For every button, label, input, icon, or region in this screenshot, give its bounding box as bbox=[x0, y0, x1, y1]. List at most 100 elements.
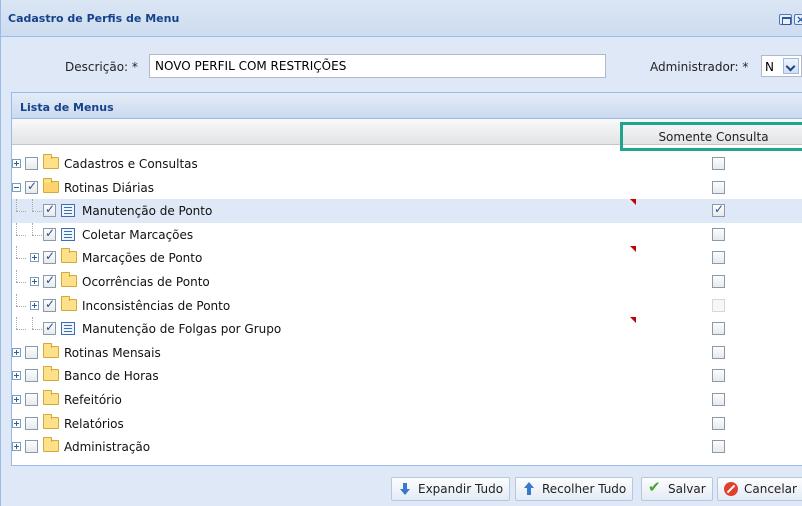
tree-row[interactable]: Coletar Marcações bbox=[12, 223, 802, 247]
expand-icon[interactable] bbox=[12, 348, 21, 357]
tree-node-label: Ocorrências de Ponto bbox=[82, 275, 210, 289]
somente-consulta-checkbox[interactable] bbox=[712, 322, 725, 335]
somente-consulta-checkbox[interactable] bbox=[712, 202, 725, 217]
somente-consulta-checkbox[interactable] bbox=[712, 228, 725, 241]
administrador-value: N bbox=[765, 60, 774, 74]
menu-access-checkbox[interactable] bbox=[25, 440, 38, 453]
column-header-somente-consulta[interactable]: Somente Consulta bbox=[620, 122, 802, 151]
tree-guide-line bbox=[12, 223, 28, 247]
tree-guide-line bbox=[12, 199, 28, 223]
menu-access-checkbox[interactable] bbox=[43, 249, 56, 264]
folder-icon bbox=[43, 390, 59, 405]
menu-access-checkbox[interactable] bbox=[43, 320, 56, 335]
salvar-label: Salvar bbox=[668, 482, 706, 496]
tree-row[interactable]: Ocorrências de Ponto bbox=[12, 270, 802, 294]
folder-icon bbox=[43, 343, 59, 358]
expandir-tudo-label: Expandir Tudo bbox=[418, 482, 504, 496]
recolher-tudo-button[interactable]: Recolher Tudo bbox=[515, 477, 634, 501]
menu-access-checkbox[interactable] bbox=[43, 226, 56, 241]
chevron-down-icon[interactable] bbox=[783, 58, 799, 74]
tree-row[interactable]: Manutenção de Ponto bbox=[12, 199, 802, 223]
expandir-tudo-button[interactable]: Expandir Tudo bbox=[391, 477, 511, 501]
folder-icon bbox=[61, 272, 77, 287]
expand-icon[interactable] bbox=[30, 253, 39, 262]
administrador-label: Administrador: * bbox=[650, 60, 749, 74]
tree-node-label: Coletar Marcações bbox=[82, 228, 194, 242]
somente-consulta-checkbox[interactable] bbox=[712, 440, 725, 453]
tree-row[interactable]: Rotinas Mensais bbox=[12, 341, 802, 365]
expand-icon[interactable] bbox=[12, 395, 21, 404]
menu-access-checkbox[interactable] bbox=[43, 297, 56, 312]
tree-guide-line bbox=[12, 317, 28, 341]
tree-row[interactable]: Inconsistências de Ponto bbox=[12, 294, 802, 318]
expand-icon[interactable] bbox=[12, 442, 21, 451]
expand-icon[interactable] bbox=[12, 371, 21, 380]
somente-consulta-checkbox[interactable] bbox=[712, 251, 725, 264]
cancelar-label: Cancelar bbox=[744, 482, 797, 496]
menu-access-checkbox[interactable] bbox=[43, 202, 56, 217]
panel-header: Lista de Menus bbox=[12, 93, 802, 119]
tree-node-label: Refeitório bbox=[64, 393, 122, 407]
menu-access-checkbox[interactable] bbox=[25, 346, 38, 359]
tree-node-label: Rotinas Mensais bbox=[64, 346, 161, 360]
somente-consulta-checkbox[interactable] bbox=[712, 369, 725, 382]
descricao-label: Descrição: * bbox=[65, 60, 138, 74]
menu-access-checkbox[interactable] bbox=[25, 157, 38, 170]
folder-icon bbox=[61, 296, 77, 311]
tree-row[interactable]: Rotinas Diárias bbox=[12, 176, 802, 200]
descricao-input[interactable]: NOVO PERFIL COM RESTRIÇÕES bbox=[149, 54, 606, 78]
tree-elbow-line bbox=[28, 199, 44, 223]
administrador-select[interactable]: N bbox=[761, 55, 802, 77]
dirty-marker-icon bbox=[630, 317, 636, 323]
arrow-up-icon bbox=[522, 482, 536, 496]
expand-icon[interactable] bbox=[30, 301, 39, 310]
dirty-marker-icon bbox=[630, 246, 636, 252]
cancelar-button[interactable]: Cancelar bbox=[717, 477, 802, 501]
form-icon bbox=[61, 322, 75, 335]
tree-row[interactable]: Banco de Horas bbox=[12, 364, 802, 388]
menu-access-checkbox[interactable] bbox=[25, 369, 38, 382]
window-title-bar[interactable]: Cadastro de Perfis de Menu × bbox=[1, 0, 802, 37]
tree-row[interactable]: Manutenção de Folgas por Grupo bbox=[12, 317, 802, 341]
cancel-icon bbox=[724, 482, 738, 496]
tree-guide-line bbox=[12, 246, 28, 270]
tree-row[interactable]: Administração bbox=[12, 435, 802, 459]
folder-icon bbox=[43, 414, 59, 429]
form-icon bbox=[61, 228, 75, 241]
expand-icon[interactable] bbox=[12, 419, 21, 428]
dirty-marker-icon bbox=[630, 199, 636, 205]
tree-row[interactable]: Relatórios bbox=[12, 412, 802, 436]
tree-row[interactable]: Marcações de Ponto bbox=[12, 246, 802, 270]
tree-node-label: Inconsistências de Ponto bbox=[82, 299, 231, 313]
somente-consulta-checkbox[interactable] bbox=[712, 417, 725, 430]
somente-consulta-checkbox[interactable] bbox=[712, 393, 725, 406]
panel-title: Lista de Menus bbox=[20, 101, 114, 114]
tree-row[interactable]: Refeitório bbox=[12, 388, 802, 412]
tree-node-label: Relatórios bbox=[64, 417, 124, 431]
tree-row[interactable]: Cadastros e Consultas bbox=[12, 152, 802, 176]
maximize-icon[interactable] bbox=[779, 14, 792, 25]
menu-access-checkbox[interactable] bbox=[25, 179, 38, 194]
tree-node-label: Administração bbox=[64, 440, 151, 454]
somente-consulta-checkbox[interactable] bbox=[712, 181, 725, 194]
expand-icon[interactable] bbox=[30, 277, 39, 286]
tree-node-label: Manutenção de Ponto bbox=[82, 204, 213, 218]
arrow-down-icon bbox=[398, 482, 412, 496]
menu-access-checkbox[interactable] bbox=[25, 393, 38, 406]
tree-node-label: Marcações de Ponto bbox=[82, 251, 203, 265]
tree-node-label: Manutenção de Folgas por Grupo bbox=[82, 322, 282, 336]
menu-access-checkbox[interactable] bbox=[25, 417, 38, 430]
tree-guide-line bbox=[12, 270, 28, 294]
salvar-button[interactable]: ✔ Salvar bbox=[641, 477, 713, 501]
recolher-tudo-label: Recolher Tudo bbox=[542, 482, 627, 496]
close-icon[interactable]: × bbox=[794, 13, 802, 26]
menu-access-checkbox[interactable] bbox=[43, 273, 56, 288]
expand-icon[interactable] bbox=[12, 159, 21, 168]
folder-icon bbox=[43, 366, 59, 381]
somente-consulta-checkbox[interactable] bbox=[712, 275, 725, 288]
collapse-icon[interactable] bbox=[12, 183, 21, 192]
tree-guide-line bbox=[12, 294, 28, 318]
somente-consulta-checkbox[interactable] bbox=[712, 157, 725, 170]
somente-consulta-checkbox[interactable] bbox=[712, 346, 725, 359]
tree-node-label: Banco de Horas bbox=[64, 369, 159, 383]
